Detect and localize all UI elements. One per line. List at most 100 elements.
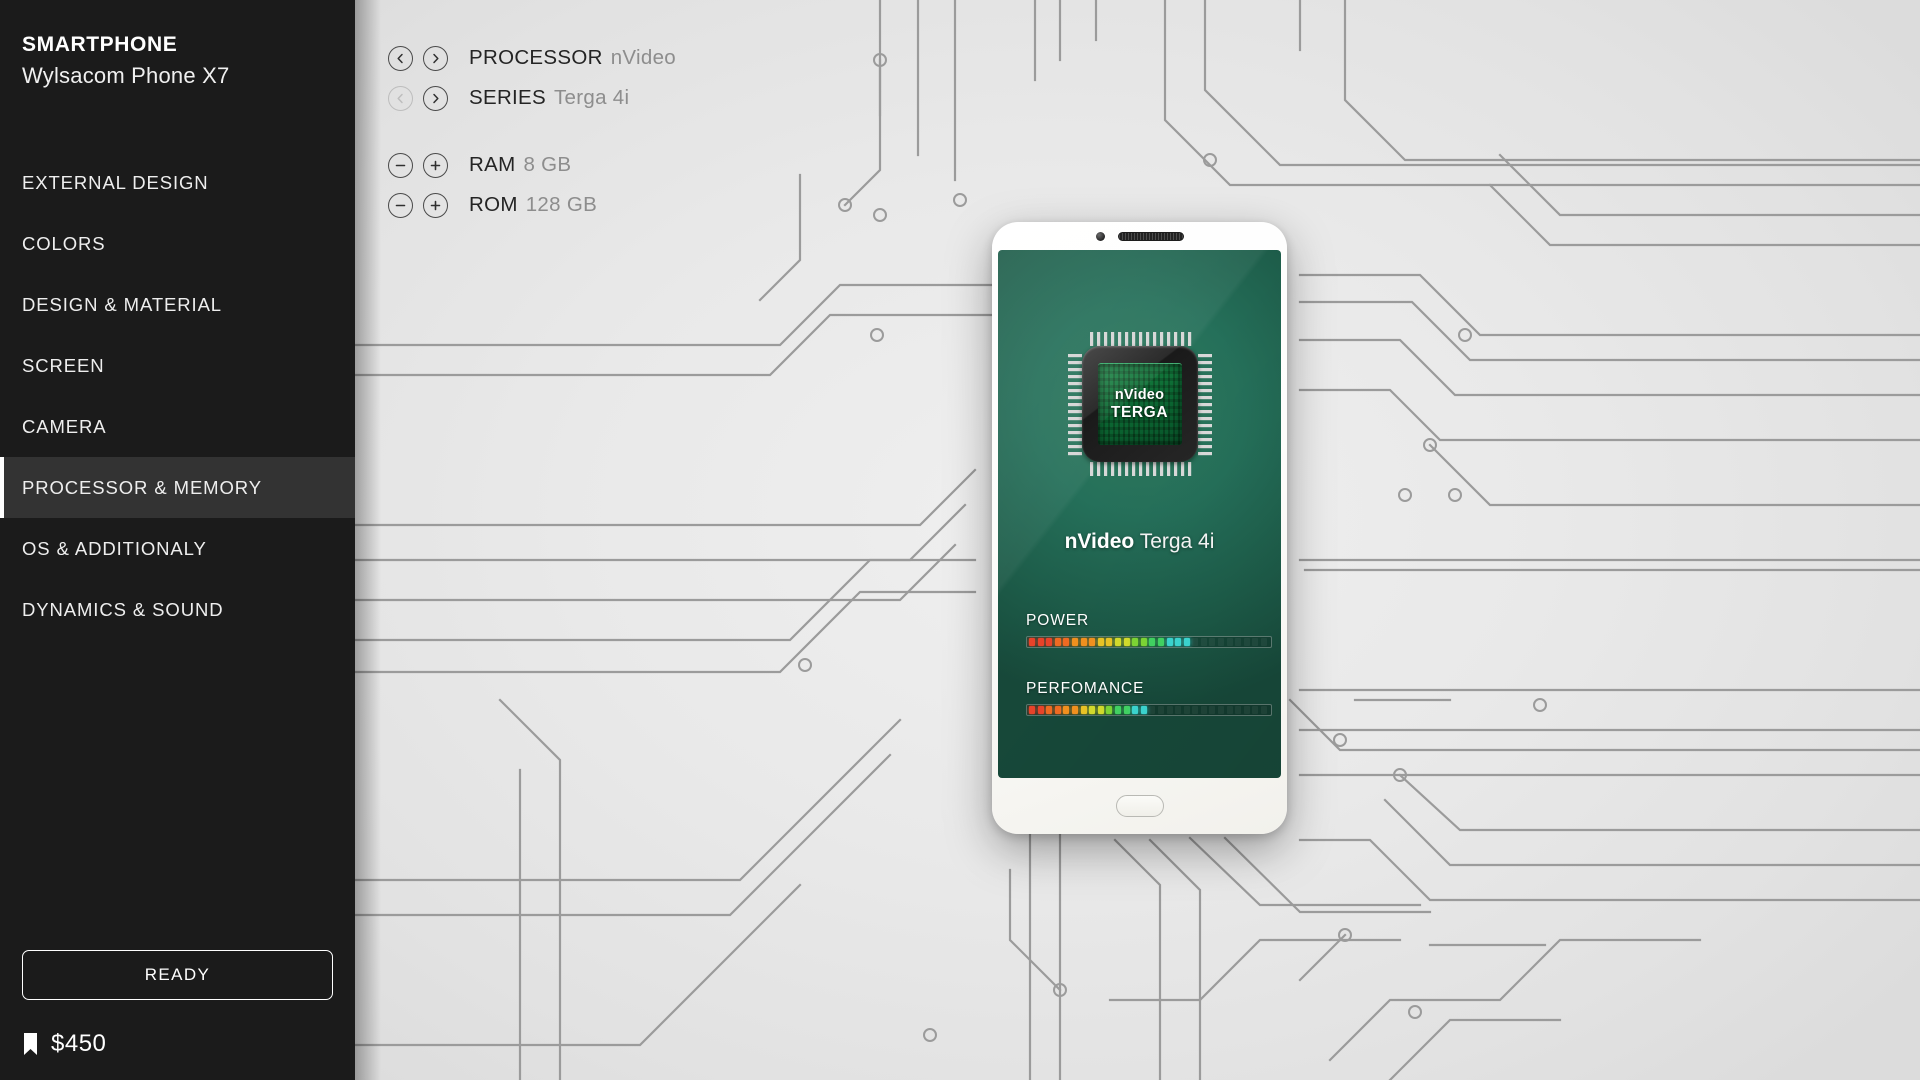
chip-caption: nVideo Terga 4i xyxy=(998,530,1281,554)
sidebar-item-os-additionaly[interactable]: OS & ADDITIONALY xyxy=(0,518,355,579)
meter-segment xyxy=(1106,638,1113,646)
brand-title: SMARTPHONE xyxy=(22,33,178,56)
meter-power: POWER xyxy=(1026,612,1272,648)
phone-mockup: nVideo TERGA nVideo Terga 4i POWER PERFO… xyxy=(992,222,1287,834)
ram-value: 8 GB xyxy=(523,153,572,176)
meter-perfomance-label: PERFOMANCE xyxy=(1026,680,1145,697)
meter-segment xyxy=(1252,706,1259,714)
sidebar-footer: READY $450 xyxy=(0,950,355,1080)
meter-segment xyxy=(1046,706,1053,714)
sidebar-item-dynamics-sound[interactable]: DYNAMICS & SOUND xyxy=(0,579,355,640)
meter-segment xyxy=(1029,638,1035,646)
sidebar-nav: EXTERNAL DESIGN COLORS DESIGN & MATERIAL… xyxy=(0,152,355,640)
chip-series-line: TERGA xyxy=(1110,404,1169,421)
meter-segment xyxy=(1149,706,1156,714)
meter-segment xyxy=(1235,638,1242,646)
app-root: SMARTPHONE Wylsacom Phone X7 EXTERNAL DE… xyxy=(0,0,1920,1080)
meter-segment xyxy=(1132,706,1139,714)
meter-power-label: POWER xyxy=(1026,612,1090,629)
meter-segment xyxy=(1114,638,1121,646)
meter-segment xyxy=(1166,638,1173,646)
sidebar-item-processor-memory[interactable]: PROCESSOR & MEMORY xyxy=(0,457,355,518)
processor-label: PROCESSOR xyxy=(469,46,603,69)
meter-segment xyxy=(1097,638,1104,646)
meter-segment xyxy=(1132,638,1139,646)
meter-segment xyxy=(1080,638,1087,646)
processor-value: nVideo xyxy=(610,46,676,69)
meter-segment xyxy=(1063,638,1070,646)
sidebar-item-label: CAMERA xyxy=(22,415,107,437)
meter-segment xyxy=(1252,638,1259,646)
home-button-icon[interactable] xyxy=(1115,795,1164,817)
sidebar-item-label: OS & ADDITIONALY xyxy=(22,537,207,559)
ram-label: RAM xyxy=(469,153,516,176)
sidebar: SMARTPHONE Wylsacom Phone X7 EXTERNAL DE… xyxy=(0,0,355,1080)
meter-segment xyxy=(1071,706,1078,714)
sidebar-item-design-material[interactable]: DESIGN & MATERIAL xyxy=(0,274,355,335)
phone-top-bar xyxy=(992,222,1287,250)
meter-segment xyxy=(1071,638,1078,646)
chip-caption-brand: nVideo xyxy=(1064,530,1135,553)
meter-segment xyxy=(1149,638,1156,646)
meter-segment xyxy=(1209,706,1216,714)
stepper-group: RAM 8 GB ROM 128 GB xyxy=(388,145,676,225)
meter-segment xyxy=(1037,638,1044,646)
meter-segment xyxy=(1192,638,1199,646)
ready-button-label: READY xyxy=(144,965,211,984)
spec-row-ram: RAM 8 GB xyxy=(388,145,676,185)
meter-segment xyxy=(1029,706,1035,714)
meter-segment xyxy=(1037,706,1044,714)
sidebar-item-label: SCREEN xyxy=(22,354,105,376)
ram-minus-button[interactable] xyxy=(388,152,413,178)
rom-label: ROM xyxy=(469,193,518,216)
sidebar-item-label: DESIGN & MATERIAL xyxy=(22,293,222,315)
meter-segment xyxy=(1046,638,1053,646)
sidebar-item-colors[interactable]: COLORS xyxy=(0,213,355,274)
sidebar-shadow xyxy=(355,0,381,1080)
selector-group: PROCESSOR nVideo SERIES Terga 4i xyxy=(388,38,676,118)
meter-segment xyxy=(1243,706,1250,714)
meter-segment xyxy=(1175,638,1182,646)
rom-minus-button[interactable] xyxy=(388,192,413,218)
series-label: SERIES xyxy=(469,86,546,109)
meter-segment xyxy=(1097,706,1104,714)
meter-segment xyxy=(1218,638,1225,646)
rom-plus-button[interactable] xyxy=(423,192,448,218)
sidebar-item-screen[interactable]: SCREEN xyxy=(0,335,355,396)
meter-segment xyxy=(1089,706,1096,714)
chip-die: nVideo TERGA xyxy=(1097,363,1182,445)
earpiece-speaker-icon xyxy=(1117,231,1184,241)
sidebar-item-external-design[interactable]: EXTERNAL DESIGN xyxy=(0,152,355,213)
sidebar-item-camera[interactable]: CAMERA xyxy=(0,396,355,457)
meter-segment xyxy=(1157,638,1164,646)
meter-segment xyxy=(1175,706,1182,714)
meter-segment xyxy=(1140,706,1147,714)
processor-prev-button[interactable] xyxy=(388,45,413,71)
meter-segment xyxy=(1054,638,1061,646)
meter-segment xyxy=(1114,706,1121,714)
ram-plus-button[interactable] xyxy=(423,152,448,178)
spec-meters: POWER PERFOMANCE xyxy=(1026,612,1272,716)
processor-next-button[interactable] xyxy=(423,45,448,71)
meter-segment xyxy=(1183,706,1190,714)
processor-chip-graphic: nVideo TERGA xyxy=(1064,328,1216,480)
chip-caption-model: Terga 4i xyxy=(1139,530,1215,553)
sidebar-item-label: DYNAMICS & SOUND xyxy=(22,598,224,620)
front-camera-icon xyxy=(1095,231,1105,241)
series-next-button[interactable] xyxy=(423,85,448,111)
price-tag-icon xyxy=(22,1033,39,1055)
meter-segment xyxy=(1063,706,1070,714)
ready-button[interactable]: READY xyxy=(22,950,333,1000)
meter-segment xyxy=(1080,706,1087,714)
meter-segment xyxy=(1226,638,1233,646)
spec-controls: PROCESSOR nVideo SERIES Terga 4i RAM 8 G… xyxy=(388,38,676,225)
chip-body: nVideo TERGA xyxy=(1081,346,1198,462)
phone-bottom-bar xyxy=(992,778,1287,834)
meter-perfomance-track xyxy=(1026,704,1272,716)
meter-segment xyxy=(1209,638,1216,646)
series-prev-button[interactable] xyxy=(388,85,413,111)
spec-row-rom: ROM 128 GB xyxy=(388,185,676,225)
meter-segment xyxy=(1200,706,1207,714)
meter-perfomance: PERFOMANCE xyxy=(1026,680,1272,716)
meter-segment xyxy=(1106,706,1113,714)
